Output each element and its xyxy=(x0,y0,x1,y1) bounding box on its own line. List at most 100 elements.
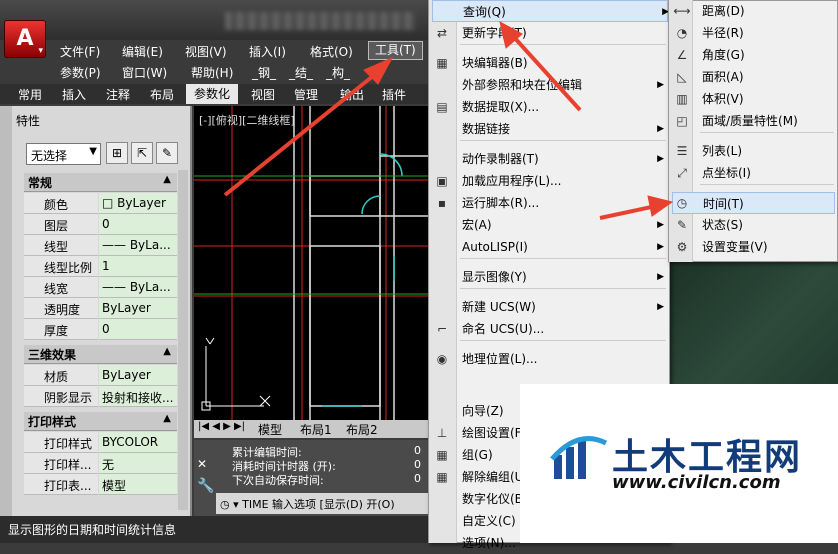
tools-menu-item[interactable]: 加载应用程序(L)... xyxy=(462,170,662,192)
menu-help[interactable]: 帮助(H) xyxy=(191,64,233,81)
close-icon[interactable]: ✕ xyxy=(197,457,207,471)
menu-item-label: 更新字段(T) xyxy=(462,26,527,40)
query-menu-item[interactable]: 状态(S) xyxy=(702,214,832,236)
property-value[interactable]: ByLayer xyxy=(99,298,177,319)
query-menu-item[interactable]: 列表(L) xyxy=(702,140,832,162)
command-input[interactable]: ◷ ▾ TIME 输入选项 [显示(D) 开(O) xyxy=(216,493,430,514)
property-value[interactable]: 投射和接收... xyxy=(99,386,177,407)
tools-menu-item[interactable]: 新建 UCS(W) ▶ xyxy=(462,296,664,318)
query-menu-item[interactable]: 体积(V) xyxy=(702,88,832,110)
query-menu-item[interactable]: 设置变量(V) xyxy=(702,236,832,258)
drawing-canvas[interactable] xyxy=(194,106,430,420)
query-menu-item[interactable]: 点坐标(I) xyxy=(702,162,832,184)
property-value[interactable]: 0 xyxy=(99,319,177,340)
menu-steel[interactable]: _钢_ xyxy=(252,64,276,81)
menu-item-icon: ◉ xyxy=(436,352,448,366)
tools-menu-item[interactable]: AutoLISP(I) ▶ xyxy=(462,236,664,258)
tab-plugins[interactable]: 插件 xyxy=(382,86,406,103)
menu-window[interactable]: 窗口(W) xyxy=(122,64,167,81)
toggle-pickadd-icon[interactable]: ⊞ xyxy=(106,142,128,164)
tab-manage[interactable]: 管理 xyxy=(294,86,318,103)
section-general[interactable]: 常规 ▲ xyxy=(24,173,177,192)
tab-insert[interactable]: 插入 xyxy=(62,86,86,103)
property-row[interactable]: 打印样式 BYCOLOR xyxy=(24,432,177,453)
property-row[interactable]: 打印样... 无 xyxy=(24,453,177,474)
tools-menu-item[interactable]: 外部参照和块在位编辑 ▶ xyxy=(462,74,664,96)
viewport-label[interactable]: [-][俯视][二维线框] xyxy=(199,112,295,128)
query-menu-item[interactable]: 角度(G) xyxy=(702,44,832,66)
tools-menu-item[interactable]: 地理位置(L)... xyxy=(462,348,662,370)
tools-menu-item[interactable]: 数据链接 ▶ xyxy=(462,118,664,140)
property-value[interactable]: 无 xyxy=(99,453,177,474)
property-row[interactable]: 阴影显示 投射和接收... xyxy=(24,386,177,407)
menu-tools[interactable]: 工具(T) xyxy=(368,41,423,60)
query-menu-item[interactable]: 时间(T) xyxy=(672,192,835,214)
property-row[interactable]: 透明度 ByLayer xyxy=(24,298,177,319)
tools-menu-item[interactable]: 数据提取(X)... xyxy=(462,96,662,118)
tools-menu-item[interactable]: 查询(Q) ▶ xyxy=(432,0,669,22)
property-value[interactable]: ByLayer xyxy=(99,365,177,386)
ribbon-tabs: 常用 插入 注释 布局 参数化 视图 管理 输出 插件 xyxy=(0,84,430,104)
query-menu-item[interactable]: 面域/质量特性(M) xyxy=(702,110,832,132)
property-row[interactable]: 打印表... 模型 xyxy=(24,474,177,495)
tab-annotate[interactable]: 注释 xyxy=(106,86,130,103)
property-row[interactable]: 颜色 □ ByLayer xyxy=(24,193,177,214)
tools-menu-item[interactable]: 显示图像(Y) ▶ xyxy=(462,266,664,288)
query-menu-item[interactable]: 距离(D) xyxy=(702,0,832,22)
property-value[interactable]: —— ByLa... xyxy=(99,277,177,298)
property-value[interactable]: 1 xyxy=(99,256,177,277)
tab-home[interactable]: 常用 xyxy=(18,86,42,103)
quick-select-icon[interactable]: ✎ xyxy=(156,142,178,164)
property-row[interactable]: 线型 —— ByLa... xyxy=(24,235,177,256)
menu-separator xyxy=(460,340,666,341)
property-row[interactable]: 材质 ByLayer xyxy=(24,365,177,386)
query-menu-item[interactable]: 面积(A) xyxy=(702,66,832,88)
tab-layout2[interactable]: 布局2 xyxy=(346,421,378,438)
property-row[interactable]: 厚度 0 xyxy=(24,319,177,340)
tab-output[interactable]: 输出 xyxy=(340,86,364,103)
query-menu-item[interactable]: 半径(R) xyxy=(702,22,832,44)
tab-model[interactable]: 模型 xyxy=(258,421,282,438)
query-item-icon: ☰ xyxy=(676,144,688,158)
palette-title-strip[interactable] xyxy=(0,106,12,516)
wrench-icon[interactable]: 🔧 xyxy=(197,478,214,494)
select-objects-icon[interactable]: ⇱ xyxy=(131,142,153,164)
property-value[interactable]: 0 xyxy=(99,214,177,235)
tools-menu-item[interactable]: 运行脚本(R)... xyxy=(462,192,662,214)
application-button[interactable]: A ▾ xyxy=(4,20,46,58)
property-value[interactable]: 模型 xyxy=(99,474,177,495)
tools-menu-item[interactable]: 命名 UCS(U)... xyxy=(462,318,662,340)
menu-file[interactable]: 文件(F) xyxy=(60,43,100,60)
tab-nav-icon[interactable]: |◀ ◀ ▶ ▶| xyxy=(198,421,245,432)
submenu-arrow-icon: ▶ xyxy=(657,124,664,134)
tools-menu-item[interactable]: 宏(A) ▶ xyxy=(462,214,664,236)
property-value[interactable]: —— ByLa... xyxy=(99,235,177,256)
tab-layout1[interactable]: 布局1 xyxy=(300,421,332,438)
menu-item-icon: ▣ xyxy=(436,174,448,188)
tab-layout[interactable]: 布局 xyxy=(150,86,174,103)
menu-format[interactable]: 格式(O) xyxy=(310,43,353,60)
menu-struct[interactable]: _结_ xyxy=(289,64,313,81)
property-row[interactable]: 线型比例 1 xyxy=(24,256,177,277)
palette-scrollbar[interactable] xyxy=(178,170,188,510)
menu-edit[interactable]: 编辑(E) xyxy=(122,43,163,60)
cmd-value-3: 0 xyxy=(414,472,421,485)
menu-params[interactable]: 参数(P) xyxy=(60,64,101,81)
tab-view[interactable]: 视图 xyxy=(251,86,275,103)
property-value[interactable]: BYCOLOR xyxy=(99,432,177,453)
tab-parametric[interactable]: 参数化 xyxy=(186,84,239,104)
selection-dropdown[interactable]: 无选择 ▼ xyxy=(26,143,101,165)
property-row[interactable]: 图层 0 xyxy=(24,214,177,235)
layout-tabs: |◀ ◀ ▶ ▶| 模型 布局1 布局2 xyxy=(194,420,430,438)
property-value[interactable]: □ ByLayer xyxy=(99,193,177,214)
menu-view[interactable]: 视图(V) xyxy=(185,43,227,60)
section-plot[interactable]: 打印样式 ▲ xyxy=(24,412,177,431)
tools-menu-item[interactable]: 更新字段(T) xyxy=(462,22,662,44)
tools-menu-item[interactable]: 块编辑器(B) xyxy=(462,52,662,74)
menu-insert[interactable]: 插入(I) xyxy=(249,43,286,60)
section-3d[interactable]: 三维效果 ▲ xyxy=(24,345,177,364)
collapse-icon: ▲ xyxy=(163,346,171,357)
tools-menu-item[interactable]: 动作录制器(T) ▶ xyxy=(462,148,664,170)
property-row[interactable]: 线宽 —— ByLa... xyxy=(24,277,177,298)
menu-build[interactable]: _构_ xyxy=(326,64,350,81)
